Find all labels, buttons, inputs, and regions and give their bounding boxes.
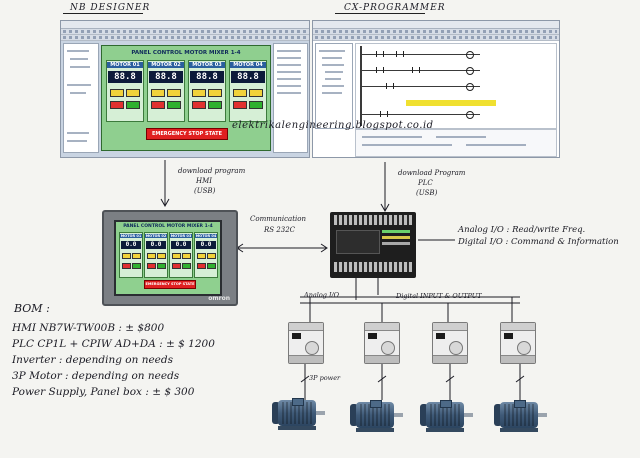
bom-item-hmi: HMI NB7W-TW00B : ± $800 — [12, 322, 165, 334]
download-plc-label: download Program PLC (USB) — [398, 168, 465, 198]
hmi-brand-logo: omron — [208, 295, 230, 302]
download-plc-line1: download Program — [398, 169, 466, 177]
plc-led-row-1 — [382, 230, 410, 233]
communication-line1: Communication — [250, 215, 306, 223]
inverter-1 — [288, 322, 324, 364]
plc-top-terminals — [334, 215, 412, 225]
hmi-motor-04-btn-d — [207, 263, 216, 269]
hmi-motor-01-value: 0.0 — [121, 241, 141, 249]
hmi-motor-01-label: MOTOR 01 — [120, 234, 142, 238]
hmi-motor-02-btn-b — [157, 253, 166, 259]
motor-2 — [350, 400, 404, 434]
plc-front-panel — [336, 230, 380, 254]
hmi-motor-03-btn-b — [182, 253, 191, 259]
plc-unit — [330, 212, 416, 278]
communication-label: Communication RS 232C — [250, 214, 306, 236]
motor-1 — [272, 398, 326, 432]
hmi-motor-04-btn-c — [197, 263, 206, 269]
hmi-motor-03-btn-d — [182, 263, 191, 269]
hmi-motor-02-btn-d — [157, 263, 166, 269]
inverter-4 — [500, 322, 536, 364]
hmi-motor-04-btn-b — [207, 253, 216, 259]
motor-3 — [420, 400, 474, 434]
bom-item-motor: 3P Motor : depending on needs — [12, 370, 180, 382]
download-hmi-line1: download program — [178, 167, 246, 175]
bom-item-power: Power Supply, Panel box : ± $ 300 — [12, 386, 195, 398]
download-hmi-line2: HMI — [196, 177, 213, 185]
hmi-motor-01-btn-d — [132, 263, 141, 269]
hmi-motor-03: MOTOR 03 0.0 — [169, 232, 193, 278]
bom-title: BOM : — [14, 302, 50, 315]
plc-bottom-terminals — [334, 262, 412, 272]
hmi-motor-04-btn-a — [197, 253, 206, 259]
hmi-motor-01-btn-a — [122, 253, 131, 259]
plc-led-row-2 — [382, 236, 410, 239]
hmi-motor-02-label: MOTOR 02 — [145, 234, 167, 238]
hmi-motor-02-value: 0.0 — [146, 241, 166, 249]
io-notes: Analog I/O : Read/write Freq. Digital I/… — [458, 224, 619, 248]
hmi-motor-02: MOTOR 02 0.0 — [144, 232, 168, 278]
hmi-motor-02-btn-c — [147, 263, 156, 269]
hmi-motor-03-value: 0.0 — [171, 241, 191, 249]
hmi-motor-04-value: 0.0 — [196, 241, 216, 249]
hmi-motor-04-label: MOTOR 04 — [195, 234, 217, 238]
motor-4 — [494, 400, 548, 434]
hmi-motor-03-btn-a — [172, 253, 181, 259]
hmi-motor-01-btn-c — [122, 263, 131, 269]
communication-line2: RS 232C — [264, 226, 296, 234]
hmi-motor-03-label: MOTOR 03 — [170, 234, 192, 238]
power-3p-label: 3P power — [309, 374, 341, 382]
inverter-3 — [432, 322, 468, 364]
analog-wire-label: Analog I/O — [304, 291, 340, 299]
hmi-motor-01-btn-b — [132, 253, 141, 259]
download-hmi-label: download program HMI (USB) — [178, 166, 245, 196]
hmi-device: PANEL CONTROL MOTOR MIXER 1-4 MOTOR 01 0… — [102, 210, 238, 306]
download-hmi-line3: (USB) — [194, 187, 216, 195]
plc-led-row-3 — [382, 242, 410, 245]
hmi-motor-04: MOTOR 04 0.0 — [194, 232, 218, 278]
hmi-motor-03-btn-c — [172, 263, 181, 269]
analog-io-note: Analog I/O : Read/write Freq. — [458, 225, 586, 235]
download-plc-line2: PLC — [418, 179, 433, 187]
bom-item-plc: PLC CP1L + CPIW AD+DA : ± $ 1200 — [12, 338, 215, 350]
digital-io-note: Digital I/O : Command & Information — [458, 237, 619, 247]
digital-wire-label: Digital INPUT & OUTPUT — [396, 292, 482, 300]
hmi-motor-02-btn-a — [147, 253, 156, 259]
download-plc-line3: (USB) — [416, 189, 438, 197]
hmi-motor-01: MOTOR 01 0.0 — [119, 232, 143, 278]
inverter-2 — [364, 322, 400, 364]
hmi-panel-title: PANEL CONTROL MOTOR MIXER 1-4 — [123, 224, 213, 229]
bom-list: HMI NB7W-TW00B : ± $800 PLC CP1L + CPIW … — [12, 320, 215, 400]
bom-item-inverter: Inverter : depending on needs — [12, 354, 173, 366]
hmi-screen: PANEL CONTROL MOTOR MIXER 1-4 MOTOR 01 0… — [114, 220, 222, 296]
hmi-emergency-stop: EMERGENCY STOP STATE — [144, 280, 196, 289]
